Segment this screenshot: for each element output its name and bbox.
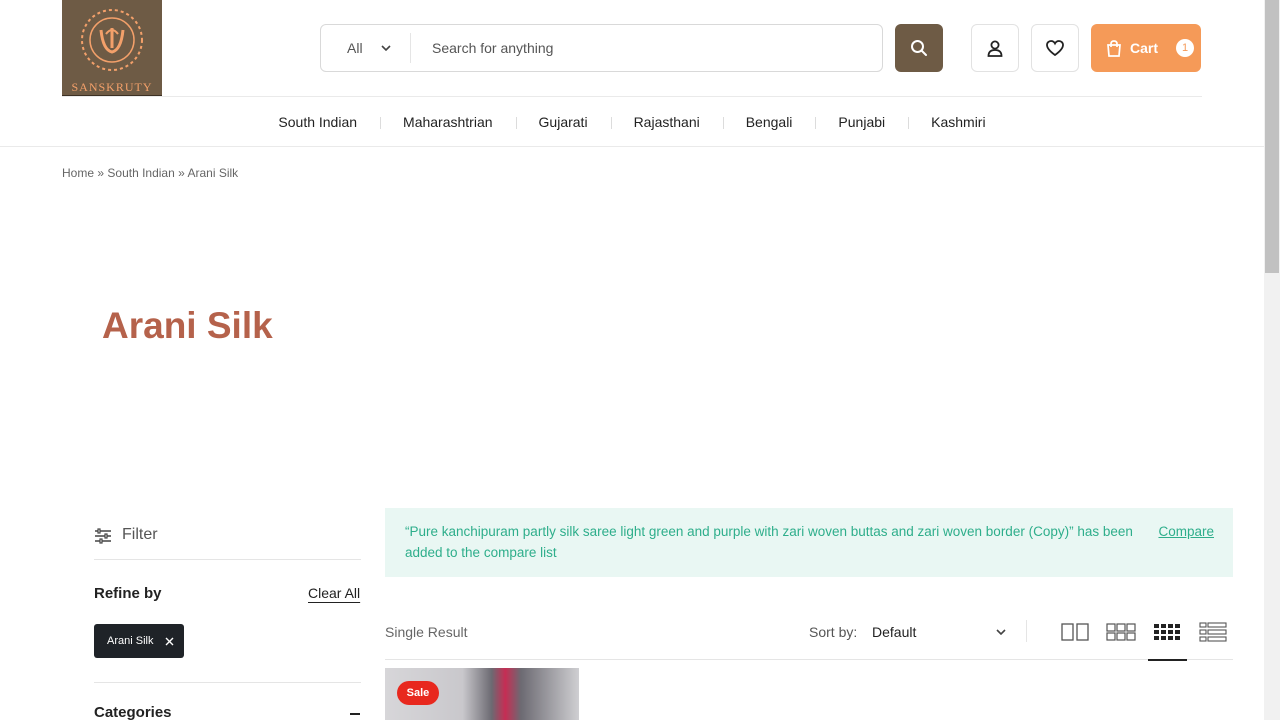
collapse-minus-icon[interactable] bbox=[350, 713, 360, 715]
main-nav: South Indian Maharashtrian Gujarati Raja… bbox=[0, 97, 1264, 147]
active-view-indicator bbox=[1148, 659, 1187, 661]
shopping-bag-icon bbox=[1107, 39, 1121, 57]
nav-item-south-indian[interactable]: South Indian bbox=[255, 114, 380, 130]
account-button[interactable] bbox=[971, 24, 1019, 72]
categories-heading[interactable]: Categories bbox=[94, 704, 172, 720]
search-button[interactable] bbox=[895, 24, 943, 72]
notice-message-line2: added to the compare list bbox=[405, 545, 557, 560]
cart-count-badge: 1 bbox=[1176, 39, 1195, 57]
compare-link[interactable]: Compare bbox=[1158, 521, 1214, 542]
notice-message-line1: “Pure kanchipuram partly silk saree ligh… bbox=[405, 524, 1133, 539]
chevron-down-icon bbox=[380, 45, 391, 51]
nav-item-kashmiri[interactable]: Kashmiri bbox=[908, 114, 1008, 130]
clear-all-link[interactable]: Clear All bbox=[308, 585, 360, 601]
search-icon bbox=[911, 40, 927, 56]
nav-item-gujarati[interactable]: Gujarati bbox=[515, 114, 611, 130]
chevron-down-icon bbox=[996, 629, 1006, 635]
list-view-icon[interactable] bbox=[1198, 620, 1228, 644]
search-input[interactable] bbox=[411, 26, 882, 70]
wishlist-button[interactable] bbox=[1031, 24, 1079, 72]
search-bar: All bbox=[320, 24, 883, 72]
grid-3-columns-icon[interactable] bbox=[1106, 620, 1136, 644]
grid-2-columns-icon[interactable] bbox=[1060, 620, 1090, 644]
breadcrumb-separator: » bbox=[178, 166, 185, 180]
close-icon[interactable] bbox=[165, 637, 174, 646]
sale-badge: Sale bbox=[397, 681, 439, 705]
breadcrumb: Home » South Indian » Arani Silk bbox=[62, 166, 238, 180]
breadcrumb-separator: » bbox=[97, 166, 105, 180]
logo-emblem-icon bbox=[81, 9, 143, 71]
site-logo[interactable]: SANSKRUTY bbox=[62, 0, 162, 97]
toolbar-divider bbox=[385, 659, 1233, 660]
site-header: SANSKRUTY All Cart 1 South Indian Mahara… bbox=[0, 0, 1264, 147]
compare-notice: “Pure kanchipuram partly silk saree ligh… bbox=[385, 508, 1233, 577]
sort-select[interactable]: Default bbox=[872, 620, 1006, 644]
result-count: Single Result bbox=[385, 624, 468, 640]
nav-item-punjabi[interactable]: Punjabi bbox=[815, 114, 908, 130]
sidebar-divider bbox=[94, 682, 361, 683]
logo-text: SANSKRUTY bbox=[71, 80, 153, 94]
refine-heading: Refine by bbox=[94, 585, 162, 602]
sort-label: Sort by: bbox=[809, 624, 858, 640]
breadcrumb-current: Arani Silk bbox=[187, 166, 239, 180]
sliders-icon bbox=[95, 528, 111, 544]
breadcrumb-home[interactable]: Home bbox=[62, 166, 94, 180]
breadcrumb-category[interactable]: South Indian bbox=[107, 166, 174, 180]
nav-item-maharashtrian[interactable]: Maharashtrian bbox=[380, 114, 516, 130]
grid-4-columns-icon[interactable] bbox=[1152, 620, 1182, 644]
cart-button[interactable]: Cart 1 bbox=[1091, 24, 1201, 72]
search-category-select[interactable]: All bbox=[321, 33, 411, 63]
scrollbar-thumb[interactable] bbox=[1265, 0, 1279, 273]
filter-toggle[interactable]: Filter bbox=[94, 526, 361, 560]
toolbar-separator bbox=[1026, 620, 1027, 642]
user-icon bbox=[987, 40, 1003, 57]
nav-item-rajasthani[interactable]: Rajasthani bbox=[610, 114, 723, 130]
active-filter-chip[interactable]: Arani Silk bbox=[94, 624, 184, 658]
heart-icon bbox=[1046, 40, 1064, 56]
page-title: Arani Silk bbox=[102, 305, 273, 346]
cart-label: Cart bbox=[1130, 40, 1159, 56]
filter-label: Filter bbox=[122, 526, 158, 543]
active-filter-label: Arani Silk bbox=[107, 635, 154, 647]
nav-item-bengali[interactable]: Bengali bbox=[722, 114, 816, 130]
sort-value: Default bbox=[872, 624, 917, 640]
search-category-value: All bbox=[347, 40, 363, 56]
